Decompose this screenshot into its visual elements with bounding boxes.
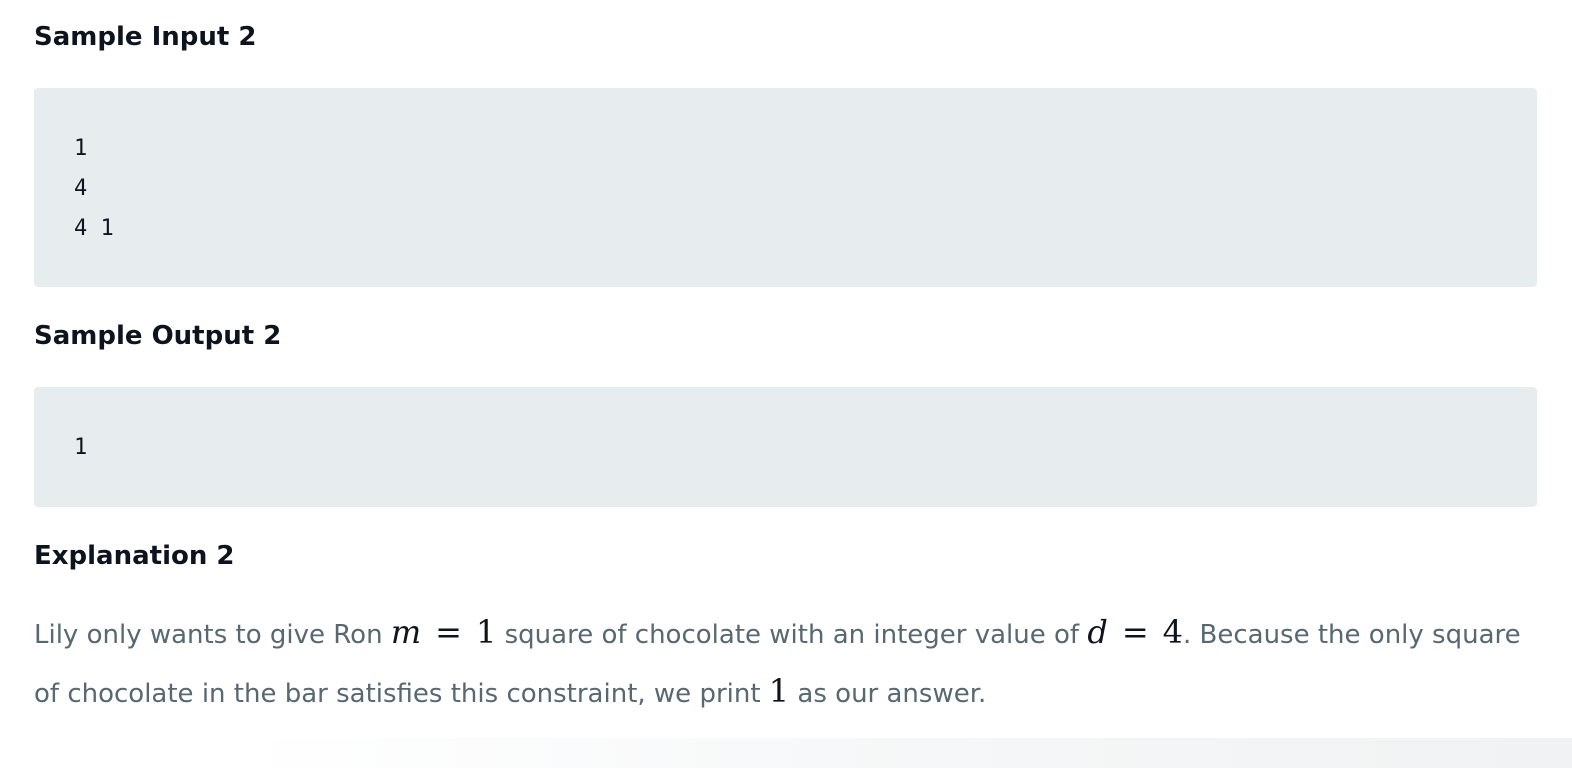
math-value: 4 [1162,613,1183,651]
explanation-heading: Explanation 2 [34,541,235,571]
math-variable: m [390,613,422,651]
sample-input-heading: Sample Input 2 [34,22,257,52]
math-equals: = [435,613,462,651]
sample-output-heading: Sample Output 2 [34,321,282,351]
math-equals: = [1121,613,1149,651]
sample-input-code-block[interactable]: 1 4 4 1 [34,88,1537,287]
explanation-paragraph: Lily only wants to give Ron m = 1 square o… [34,604,1537,722]
explanation-text: square of chocolate with an integer valu… [496,620,1088,650]
explanation-text: Lily only wants to give Ron [34,620,391,650]
sample-output-line: 1 [74,435,88,460]
sample-input-line: 4 1 [74,216,114,241]
bottom-fade-overlay [0,738,1572,768]
math-value: 1 [475,613,497,651]
sample-input-line: 4 [74,176,88,201]
explanation-text: as our answer. [789,679,987,709]
sample-output-code-block[interactable]: 1 [34,387,1537,507]
math-expression-d: d = 4 [1087,613,1183,651]
math-expression-m: m = 1 [391,613,497,651]
math-variable: d [1087,613,1108,651]
math-answer: 1 [768,672,790,710]
sample-input-line: 1 [74,136,88,161]
